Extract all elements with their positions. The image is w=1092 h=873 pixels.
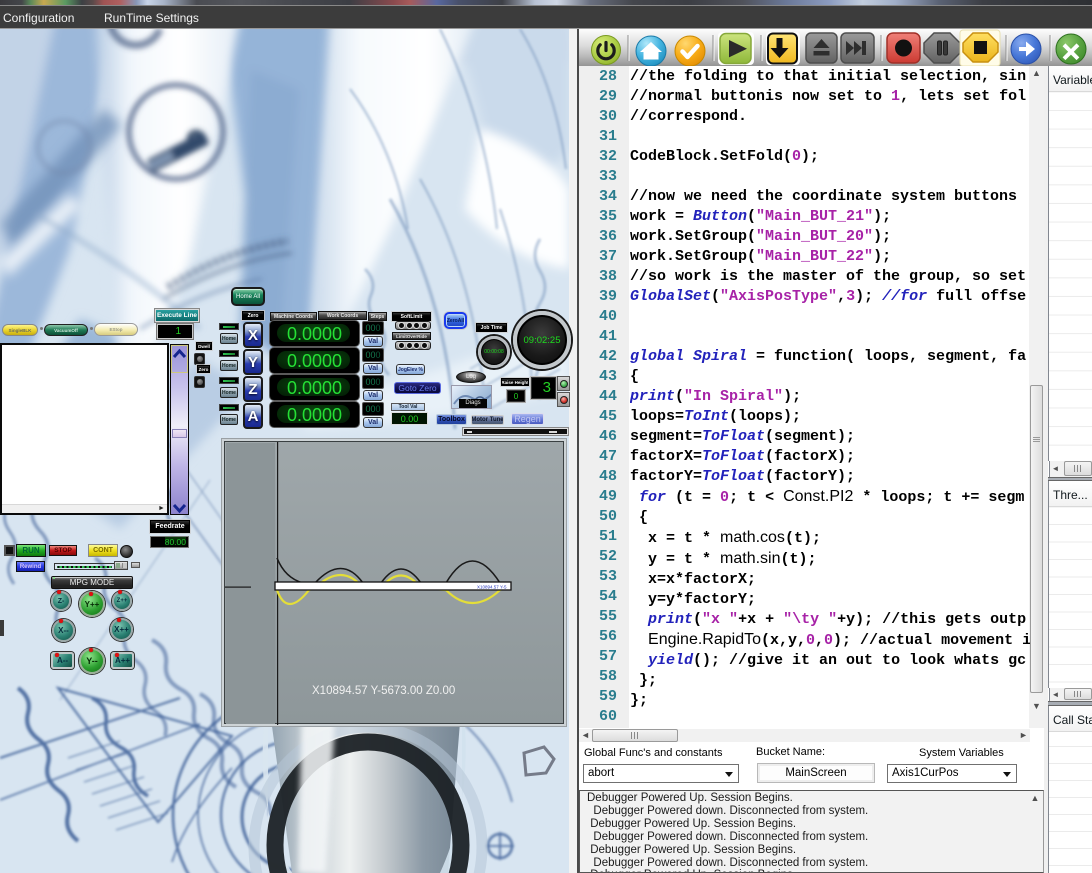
svg-text:X10894.57 Y-5673.00 Z0.00: X10894.57 Y-5673.00 Z0.00	[312, 685, 455, 697]
svg-text:X10894.57 Y-5: X10894.57 Y-5	[477, 585, 507, 590]
